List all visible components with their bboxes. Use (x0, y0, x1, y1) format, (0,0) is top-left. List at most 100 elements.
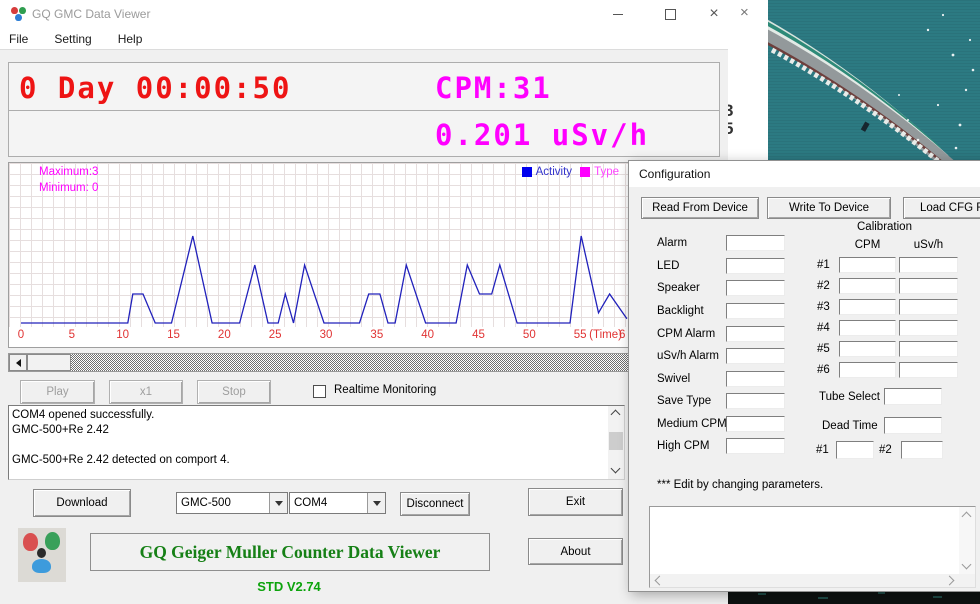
version-label: STD V2.74 (90, 579, 488, 594)
activity-chart: Maximum:3 Minimum: 0 ActivityType 051015… (8, 162, 720, 348)
calibration-usvh-input-1[interactable] (899, 257, 958, 273)
x-tick-label: 50 (523, 329, 536, 341)
play-button[interactable]: Play (20, 380, 95, 404)
minimize-button[interactable] (596, 0, 640, 28)
configuration-window: Configuration Read From Device Write To … (628, 160, 980, 592)
calibration-row-label-6: #6 (817, 364, 830, 376)
log-scrollbar[interactable] (608, 406, 624, 479)
field-input-cpm-alarm[interactable] (726, 326, 785, 342)
elapsed-time-panel: 0 Day 00:00:50 CPM:31 (8, 62, 720, 111)
field-label-medium-cpm: Medium CPM (657, 418, 727, 430)
model-select[interactable]: GMC-500 (176, 492, 288, 514)
config-horizontal-scrollbar[interactable] (650, 574, 975, 587)
screen: × 3 5 GQ GMC Data Viewer × File Setting … (0, 0, 980, 604)
brand-title: GQ Geiger Muller Counter Data Viewer (140, 542, 441, 563)
scroll-right-icon[interactable] (945, 576, 955, 586)
app-logo-icon (10, 6, 26, 22)
close-button[interactable]: × (692, 0, 736, 28)
field-label-alarm: Alarm (657, 237, 687, 249)
field-label-speaker: Speaker (657, 282, 700, 294)
chart-x-axis: 0510152025303540455055(Time)6 (9, 327, 719, 347)
elapsed-time-value: 0 Day 00:00:50 (19, 71, 291, 105)
tube-select-input[interactable] (884, 388, 942, 405)
model-select-value: GMC-500 (177, 497, 269, 509)
chevron-down-icon[interactable] (269, 493, 287, 513)
write-to-device-button[interactable]: Write To Device (767, 197, 891, 219)
download-button[interactable]: Download (33, 489, 131, 517)
calibration-cpm-input-3[interactable] (839, 299, 896, 315)
calibration-usvh-input-2[interactable] (899, 278, 958, 294)
configuration-title-bar: Configuration (629, 161, 980, 187)
field-input-save-type[interactable] (726, 393, 785, 409)
field-input-alarm[interactable] (726, 235, 785, 251)
field-input-medium-cpm[interactable] (726, 416, 785, 432)
x-tick-label: 30 (320, 329, 333, 341)
field-input-backlight[interactable] (726, 303, 785, 319)
field-input-led[interactable] (726, 258, 785, 274)
configuration-textarea[interactable] (649, 506, 976, 588)
scrollbar-thumb[interactable] (27, 354, 71, 371)
dose-rate-panel: 0.201 uSv/h (8, 110, 720, 157)
calibration-usvh-input-4[interactable] (899, 320, 958, 336)
legend-swatch (580, 167, 590, 177)
brand-title-box: GQ Geiger Muller Counter Data Viewer (90, 533, 490, 571)
scroll-up-icon[interactable] (962, 512, 972, 522)
scrollbar-track[interactable] (27, 354, 701, 371)
exit-button[interactable]: Exit (528, 488, 623, 516)
port-select-value: COM4 (290, 497, 367, 509)
menu-file[interactable]: File (9, 32, 28, 46)
dead-time-1-label: #1 (816, 444, 829, 456)
dead-time-1-input[interactable] (836, 441, 874, 459)
field-input-swivel[interactable] (726, 371, 785, 387)
menu-bar: File Setting Help (0, 28, 728, 50)
background-window-close-icon[interactable]: × (740, 4, 749, 21)
legend-item-type: Type (580, 166, 619, 178)
field-input-speaker[interactable] (726, 280, 785, 296)
calibration-row-label-2: #2 (817, 280, 830, 292)
calibration-usvh-input-6[interactable] (899, 362, 958, 378)
about-button[interactable]: About (528, 538, 623, 565)
stop-button[interactable]: Stop (197, 380, 271, 404)
disconnect-button[interactable]: Disconnect (400, 492, 470, 516)
calibration-row-label-1: #1 (817, 259, 830, 271)
chart-scrollbar[interactable] (8, 353, 720, 372)
calibration-usvh-input-5[interactable] (899, 341, 958, 357)
speed-button[interactable]: x1 (109, 380, 183, 404)
chart-line (9, 163, 719, 327)
maximize-button[interactable] (648, 0, 692, 28)
x-tick-label: 25 (269, 329, 282, 341)
field-input-high-cpm[interactable] (726, 438, 785, 454)
calibration-row-label-3: #3 (817, 301, 830, 313)
calibration-cpm-input-2[interactable] (839, 278, 896, 294)
field-label-usv-h-alarm: uSv/h Alarm (657, 350, 719, 362)
field-label-led: LED (657, 260, 679, 272)
field-input-usv-h-alarm[interactable] (726, 348, 785, 364)
port-select[interactable]: COM4 (289, 492, 386, 514)
x-tick-label: 10 (116, 329, 129, 341)
log-scrollbar-thumb[interactable] (609, 432, 623, 450)
calibration-cpm-input-5[interactable] (839, 341, 896, 357)
calibration-cpm-input-6[interactable] (839, 362, 896, 378)
scroll-down-icon[interactable] (962, 560, 972, 570)
chevron-down-icon[interactable] (367, 493, 385, 513)
scroll-left-icon[interactable] (655, 576, 665, 586)
tube-select-label: Tube Select (819, 391, 880, 403)
dead-time-2-input[interactable] (901, 441, 943, 459)
legend-item-activity: Activity (522, 166, 572, 178)
dead-time-2-label: #2 (879, 444, 892, 456)
log-textarea[interactable]: COM4 opened successfully. GMC-500+Re 2.4… (8, 405, 625, 480)
dead-time-input[interactable] (884, 417, 942, 434)
config-vertical-scrollbar[interactable] (959, 507, 975, 574)
dose-rate-value: 0.201 uSv/h (435, 118, 649, 152)
scroll-down-icon[interactable] (611, 464, 621, 474)
realtime-monitoring-checkbox[interactable] (313, 385, 326, 398)
menu-help[interactable]: Help (118, 32, 143, 46)
scroll-up-icon[interactable] (611, 410, 621, 420)
calibration-usvh-input-3[interactable] (899, 299, 958, 315)
scrollbar-left-arrow[interactable] (9, 354, 27, 371)
calibration-cpm-input-4[interactable] (839, 320, 896, 336)
load-cfg-button[interactable]: Load CFG Fr (903, 197, 980, 219)
calibration-cpm-input-1[interactable] (839, 257, 896, 273)
read-from-device-button[interactable]: Read From Device (641, 197, 759, 219)
menu-setting[interactable]: Setting (54, 32, 91, 46)
